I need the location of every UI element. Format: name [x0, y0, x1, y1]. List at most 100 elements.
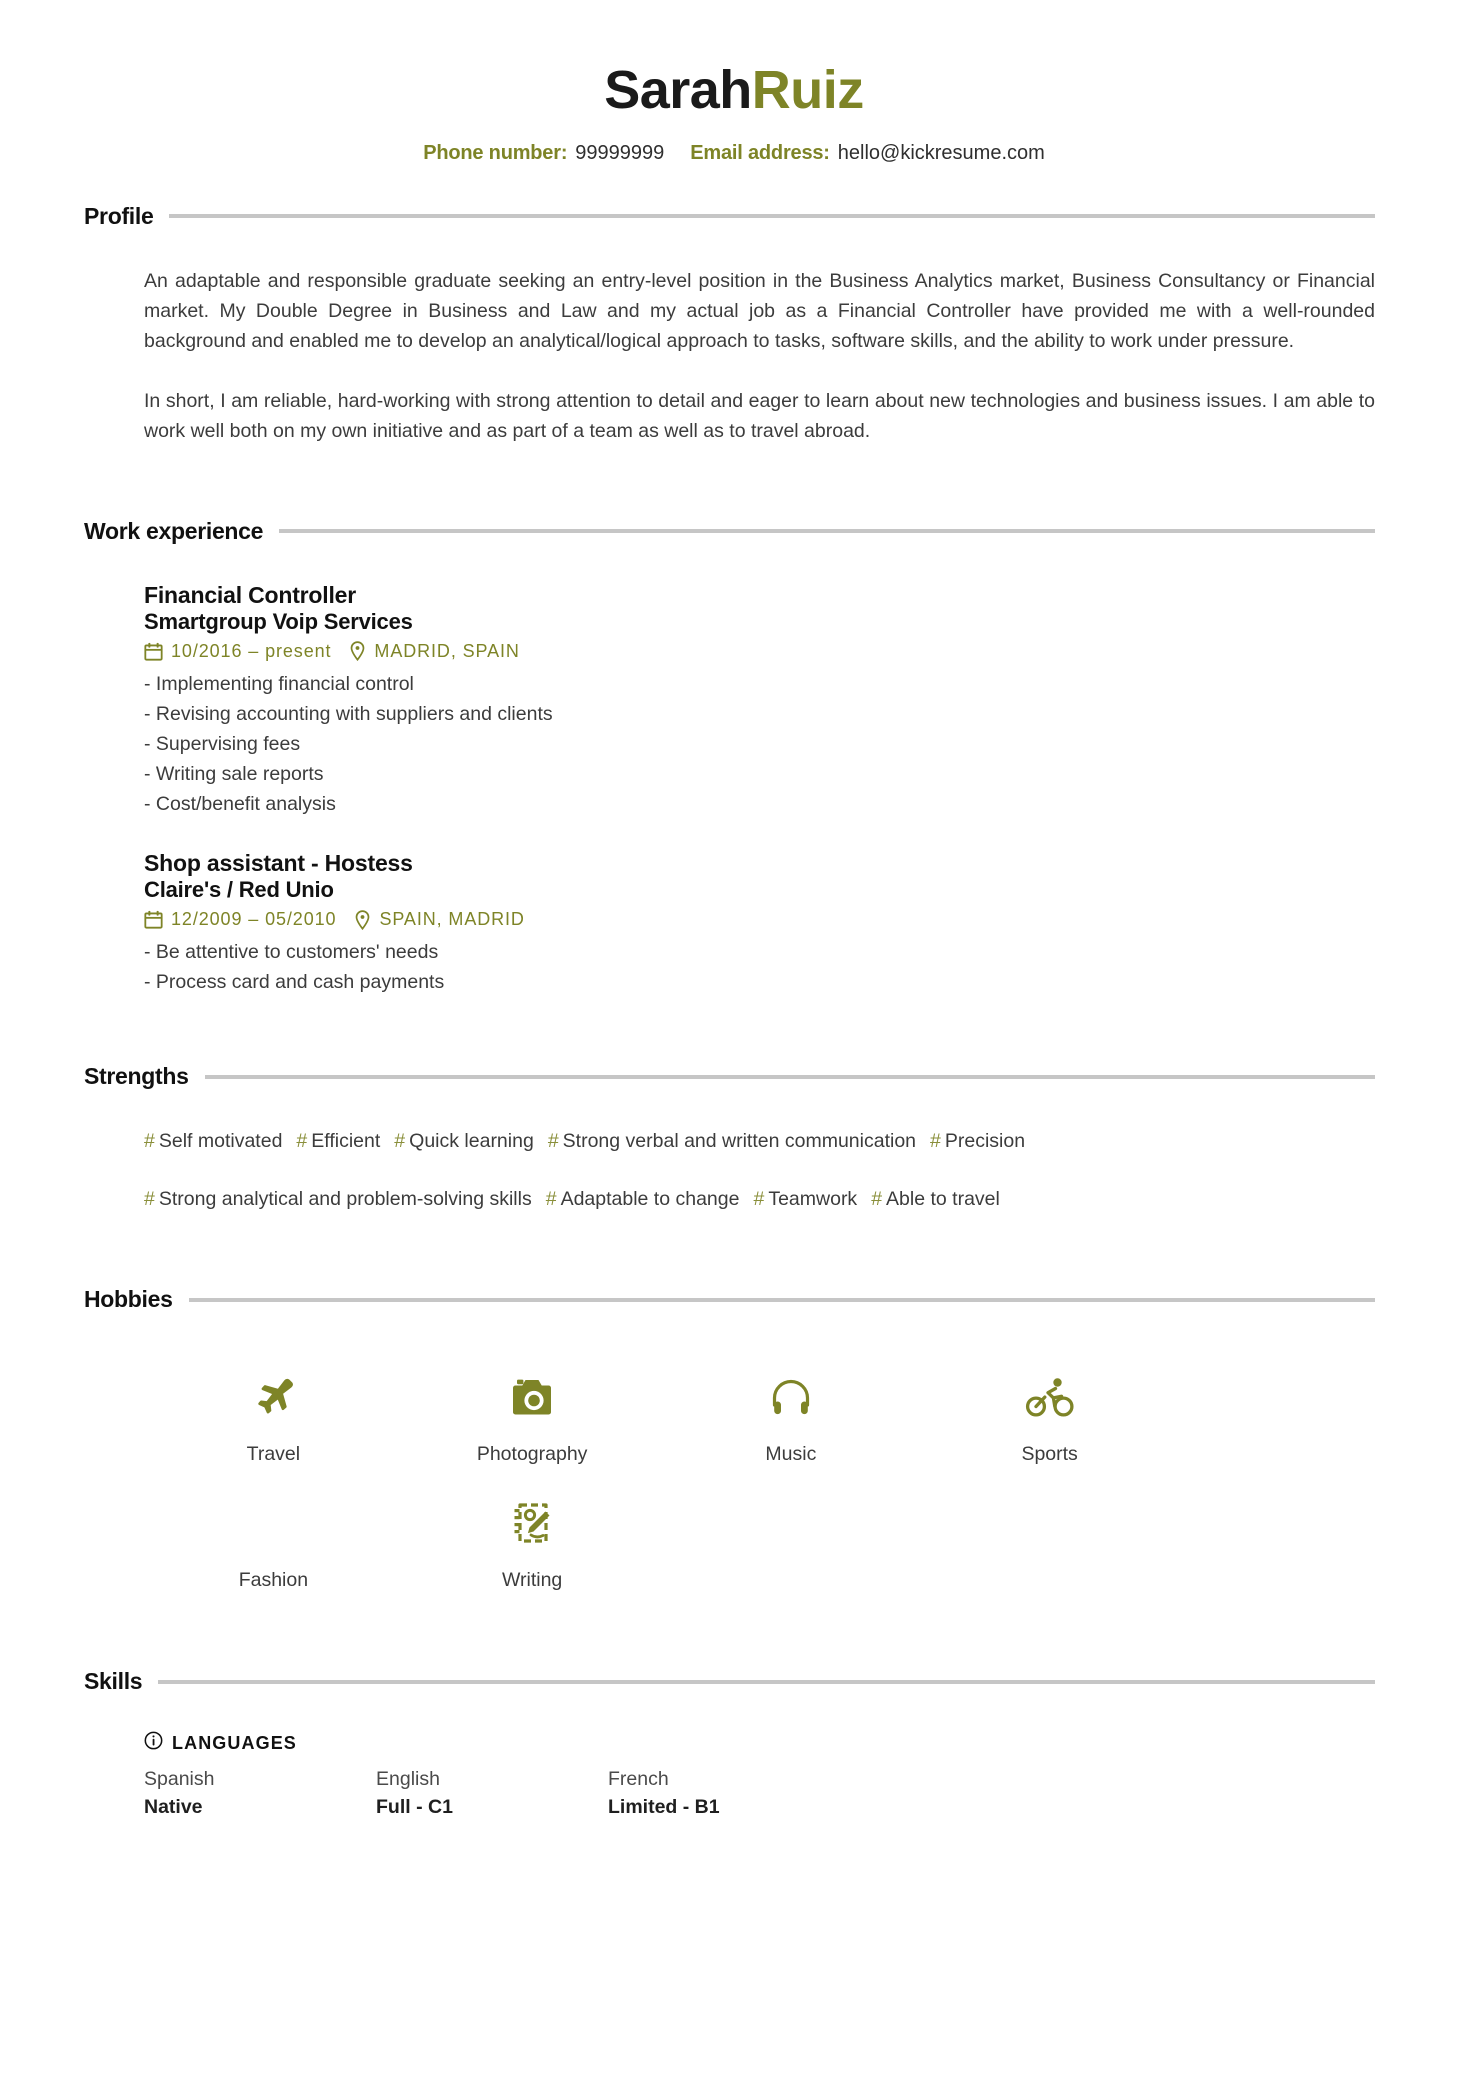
hash-icon: # — [144, 1188, 155, 1211]
section-divider — [204, 1074, 1375, 1079]
hash-icon: # — [871, 1188, 883, 1211]
strength-label: Adaptable to change — [560, 1188, 740, 1211]
job-meta: 12/2009 – 05/2010 SPAIN, MADRID — [144, 908, 1375, 931]
location-pin-icon — [349, 641, 366, 662]
first-name: Sarah — [604, 60, 752, 120]
section-title: Work experience — [84, 517, 264, 544]
headphones-icon — [662, 1369, 921, 1425]
hash-icon: # — [144, 1130, 155, 1153]
strength-tag: # Adaptable to change — [546, 1188, 740, 1210]
job-location: MADRID, SPAIN — [374, 640, 520, 661]
location-pin-icon — [354, 909, 371, 930]
section-header-work-experience: Work experience — [84, 518, 1375, 545]
language-name: Spanish — [144, 1768, 215, 1790]
strength-label: Efficient — [311, 1130, 381, 1153]
missing-icon — [144, 1495, 403, 1551]
job-bullet: - Cost/benefit analysis — [144, 792, 336, 815]
section-header-strengths: Strengths — [84, 1063, 1375, 1090]
profile-paragraph: An adaptable and responsible graduate se… — [144, 269, 1375, 352]
plane-icon — [144, 1369, 403, 1425]
cyclist-icon — [920, 1369, 1179, 1425]
language-name: English — [376, 1768, 440, 1790]
strengths-body: # Self motivated # Efficient # Quick learning… — [84, 1126, 1375, 1214]
section-title: Profile — [84, 202, 154, 229]
section-divider — [279, 529, 1375, 534]
strength-tag: # Self motivated — [144, 1130, 282, 1152]
job-bullet: - Implementing financial control — [144, 672, 414, 695]
job-title: Financial Controller — [144, 581, 356, 608]
email-label: Email address: — [690, 141, 830, 164]
resume-page: SarahRuiz Phone number: 99999999 Email add… — [0, 0, 1468, 2076]
strength-label: Able to travel — [886, 1188, 1000, 1211]
hobby-grid: Travel Photography Music Sports Fashion … — [144, 1341, 1179, 1592]
section-header-skills: Skills — [84, 1668, 1375, 1695]
strength-row: # Self motivated # Efficient # Quick learning… — [144, 1126, 1375, 1156]
section-hobbies: Hobbies Travel Photography Music Sports … — [84, 1286, 1375, 1592]
hash-icon: # — [545, 1188, 557, 1211]
strength-label: Strong verbal and written communication — [562, 1130, 917, 1153]
hobby-label: Sports — [1021, 1443, 1078, 1466]
job-bullet: - Be attentive to customers' needs — [144, 941, 439, 964]
strength-label: Self motivated — [158, 1130, 283, 1153]
section-title: Strengths — [84, 1063, 189, 1090]
language-level: Limited - B1 — [608, 1796, 720, 1818]
section-title: Skills — [84, 1668, 143, 1694]
strength-tag: # Strong analytical and problem-solving s… — [144, 1188, 532, 1210]
strength-tag: # Precision — [930, 1130, 1025, 1152]
strength-label: Strong analytical and problem-solving sk… — [158, 1188, 532, 1211]
info-circle-icon — [144, 1731, 163, 1755]
email-value: hello@kickresume.com — [837, 141, 1045, 164]
hobby-label: Travel — [246, 1443, 301, 1466]
page-title: SarahRuiz — [0, 62, 1468, 119]
job-company: Claire's / Red Unio — [144, 877, 334, 902]
job-dates-group: 10/2016 – present — [144, 640, 331, 663]
job-bullet: - Revising accounting with suppliers and… — [144, 702, 553, 725]
job-entry: Shop assistant - Hostess Claire's / Red … — [144, 849, 1375, 997]
strength-tag: # Quick learning — [394, 1130, 534, 1152]
hobby-item-travel: Travel — [144, 1341, 403, 1466]
section-profile: Profile An adaptable and responsible gra… — [84, 203, 1375, 446]
strength-label: Precision — [944, 1130, 1026, 1153]
contact-line: Phone number: 99999999 Email address: hello… — [0, 141, 1468, 165]
job-location: SPAIN, MADRID — [379, 908, 525, 929]
skills-body: LANGUAGES Spanish English French Native … — [84, 1731, 1375, 1821]
section-skills: Skills LANGUAGES Spanish English French … — [84, 1668, 1375, 1821]
hobby-item-sports: Sports — [920, 1341, 1179, 1466]
hobby-label: Fashion — [238, 1568, 309, 1591]
hash-icon: # — [547, 1130, 559, 1153]
notepad-pen-icon — [403, 1495, 662, 1551]
hash-icon: # — [930, 1130, 941, 1153]
hash-icon: # — [296, 1130, 308, 1153]
section-strengths: Strengths # Self motivated # Efficient # Quic… — [84, 1063, 1375, 1214]
hash-icon: # — [753, 1188, 765, 1211]
job-bullet: - Process card and cash payments — [144, 971, 445, 994]
hash-icon: # — [394, 1130, 406, 1153]
resume-header: SarahRuiz Phone number: 99999999 Email add… — [0, 0, 1468, 165]
section-work-experience: Work experience Financial Controller Sma… — [84, 518, 1375, 998]
profile-body: An adaptable and responsible graduate se… — [84, 266, 1375, 446]
job-bullet: - Supervising fees — [144, 732, 301, 755]
languages-grid: Spanish English French Native Full - C1 … — [144, 1765, 1375, 1821]
hobby-item-music: Music — [662, 1341, 921, 1466]
calendar-icon — [144, 642, 163, 661]
job-meta: 10/2016 – present MADRID, SPAIN — [144, 640, 1375, 663]
hobby-item-writing: Writing — [403, 1467, 662, 1592]
job-dates: 10/2016 – present — [171, 640, 332, 661]
phone-label: Phone number: — [423, 141, 568, 164]
strength-row: # Strong analytical and problem-solving s… — [144, 1184, 1375, 1214]
job-bullet-list: - Implementing financial control - Revis… — [144, 669, 1375, 819]
section-header-profile: Profile — [84, 203, 1375, 230]
strength-label: Quick learning — [409, 1130, 534, 1153]
language-name: French — [608, 1768, 669, 1790]
hobbies-body: Travel Photography Music Sports Fashion … — [84, 1341, 1375, 1592]
calendar-icon — [144, 910, 163, 929]
phone-value: 99999999 — [575, 141, 665, 164]
hobby-item-photography: Photography — [403, 1341, 662, 1466]
camera-icon — [403, 1369, 662, 1425]
strength-tag: # Teamwork — [753, 1188, 857, 1210]
work-experience-body: Financial Controller Smartgroup Voip Ser… — [84, 581, 1375, 998]
last-name: Ruiz — [751, 60, 865, 120]
hobby-label: Music — [765, 1443, 817, 1466]
job-company: Smartgroup Voip Services — [144, 608, 413, 634]
strength-tag: # Efficient — [296, 1130, 380, 1152]
